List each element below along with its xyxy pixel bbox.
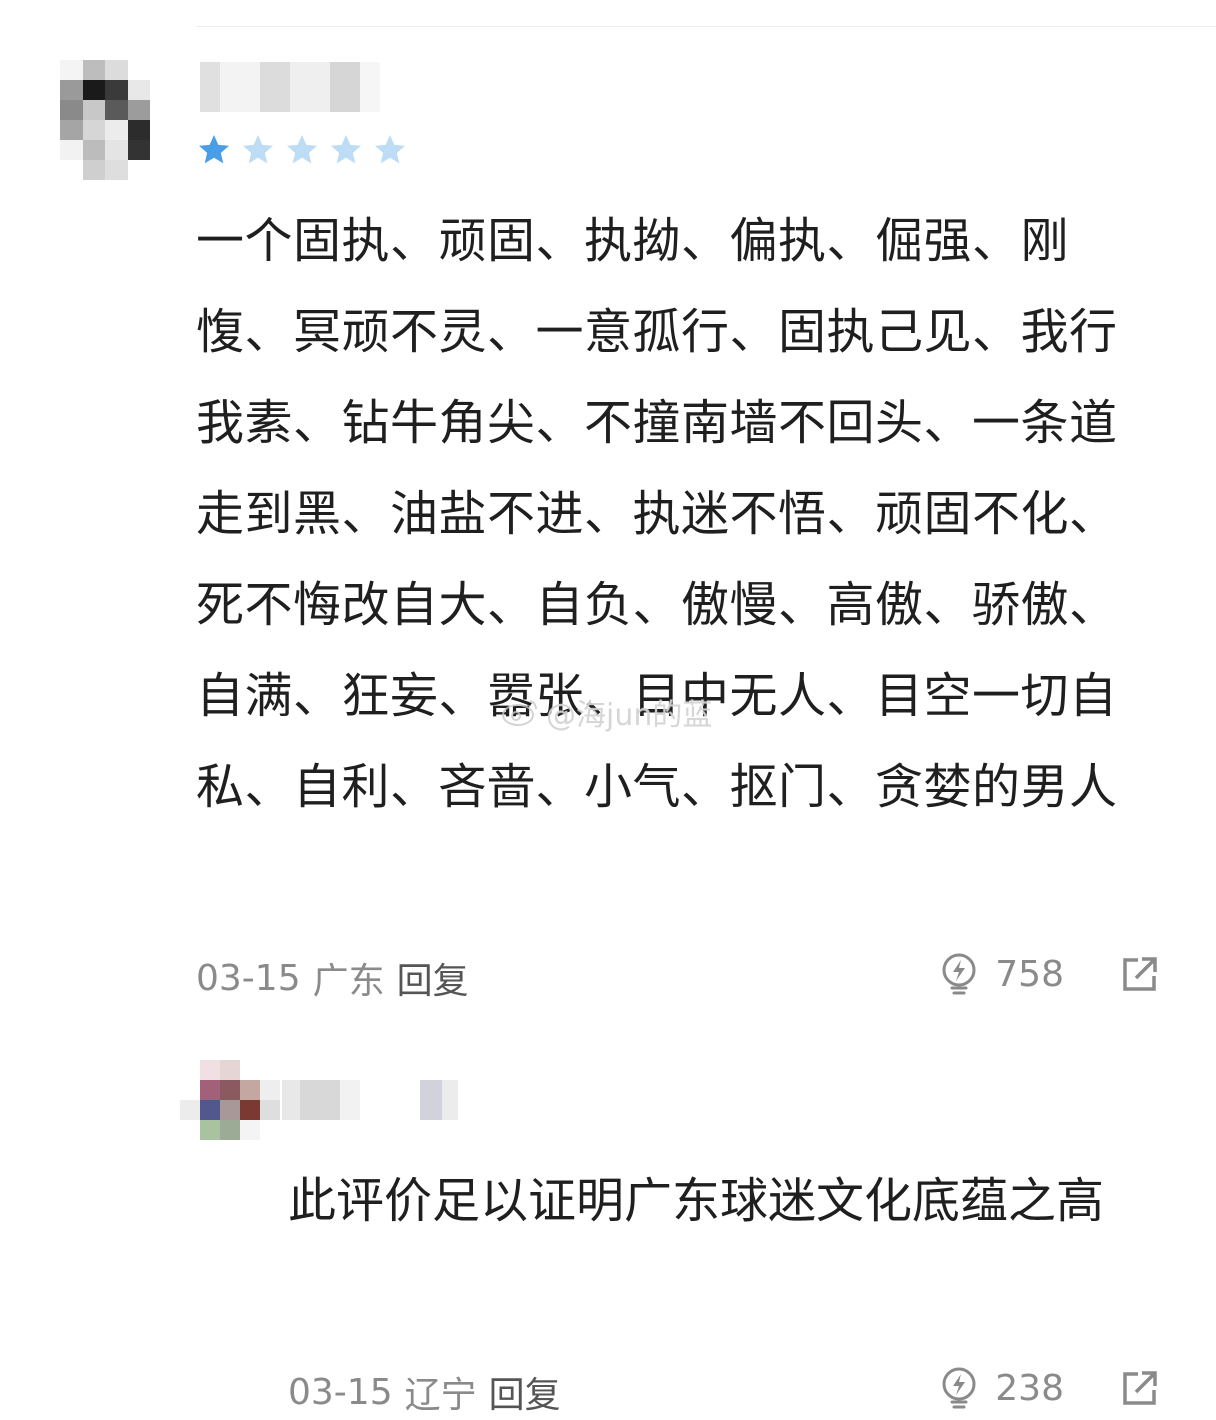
reply-location: 辽宁 xyxy=(404,1375,477,1416)
comment-meta: 03-15 广东 回复 xyxy=(196,952,469,1004)
reply-like-count: 238 xyxy=(995,1367,1064,1409)
watermark-text: @海jun的蓝 xyxy=(546,698,713,733)
reply-reply-button[interactable]: 回复 xyxy=(489,1366,561,1418)
commenter-username-blurred[interactable] xyxy=(200,62,380,112)
star-empty-icon xyxy=(243,135,273,164)
watermark: @海jun的蓝 xyxy=(500,690,712,734)
top-divider xyxy=(196,26,1216,27)
reply-button[interactable]: 回复 xyxy=(397,952,469,1004)
comment-actions: 758 xyxy=(939,952,1160,996)
rating-stars xyxy=(196,132,408,168)
reply-username-blurred[interactable] xyxy=(282,1080,458,1120)
reply-avatar[interactable] xyxy=(180,1060,280,1140)
comment-date: 03-15 xyxy=(196,957,301,999)
star-empty-icon xyxy=(331,135,361,164)
commenter-avatar[interactable] xyxy=(60,60,150,180)
comment-location: 广东 xyxy=(312,961,385,1002)
reply-date: 03-15 xyxy=(288,1371,393,1413)
star-filled-icon xyxy=(199,135,229,164)
lightning-bulb-icon[interactable] xyxy=(939,1366,979,1410)
share-icon[interactable] xyxy=(1120,1368,1160,1408)
star-empty-icon xyxy=(287,135,317,164)
reply-actions: 238 xyxy=(939,1366,1160,1410)
like-count: 758 xyxy=(995,953,1064,995)
comment-body: 一个固执、顽固、执拗、偏执、倔强、刚愎、冥顽不灵、一意孤行、固执己见、我行我素、… xyxy=(196,213,1118,815)
reply-meta: 03-15 辽宁 回复 xyxy=(288,1366,561,1418)
weibo-icon xyxy=(502,700,537,726)
share-icon[interactable] xyxy=(1120,954,1160,994)
star-empty-icon xyxy=(375,135,405,164)
lightning-bulb-icon[interactable] xyxy=(939,952,979,996)
reply-body: 此评价足以证明广东球迷文化底蕴之高 xyxy=(288,1173,1105,1229)
